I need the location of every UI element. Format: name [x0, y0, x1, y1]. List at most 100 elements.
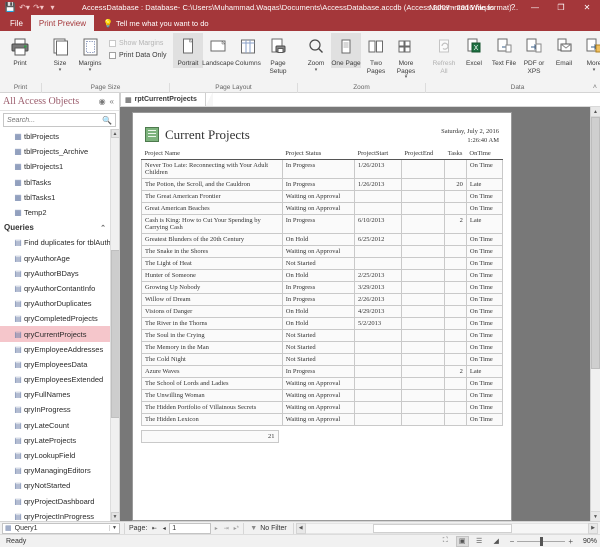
- size-caret-icon[interactable]: ▾: [59, 68, 62, 72]
- show-margins-checkbox[interactable]: Show Margins: [109, 40, 166, 47]
- design-view-icon[interactable]: ◢: [490, 536, 503, 547]
- nav-item-qryFullNames[interactable]: ▤qryFullNames: [0, 387, 110, 402]
- collapse-ribbon-icon[interactable]: ˄: [593, 84, 597, 91]
- more-export-button[interactable]: More ▾: [579, 33, 600, 72]
- undo-icon[interactable]: ↶▾: [19, 2, 30, 13]
- scroll-up-icon[interactable]: ▲: [111, 129, 120, 138]
- margins-button[interactable]: Margins ▾: [75, 33, 105, 72]
- preview-vertical-scrollbar[interactable]: ▲ ▼: [590, 107, 600, 521]
- chevron-down-icon[interactable]: ▼: [109, 525, 117, 531]
- nav-item-Temp2[interactable]: ▦Temp2: [0, 205, 110, 220]
- help-icon[interactable]: ?: [504, 0, 522, 15]
- refresh-all-button[interactable]: Refresh All: [429, 33, 459, 75]
- nav-item-Find duplicates for tblAuthors[interactable]: ▤Find duplicates for tblAuthors: [0, 235, 110, 250]
- layout-view-icon[interactable]: ☰: [473, 536, 486, 547]
- print-data-only-checkbox[interactable]: Print Data Only: [109, 52, 166, 59]
- scroll-down-icon[interactable]: ▼: [111, 512, 120, 521]
- print-preview-canvas[interactable]: Current Projects Saturday, July 2, 2016 …: [120, 107, 590, 521]
- nav-item-qryEmployeesData[interactable]: ▤qryEmployeesData: [0, 357, 110, 372]
- nav-item-qryInProgress[interactable]: ▤qryInProgress: [0, 402, 110, 417]
- horizontal-scroll-thumb[interactable]: [373, 524, 511, 533]
- zoom-thumb[interactable]: [540, 537, 543, 546]
- nav-item-qryLateCount[interactable]: ▤qryLateCount: [0, 418, 110, 433]
- navigation-scrollbar[interactable]: ▲ ▼: [110, 129, 119, 521]
- restore-button[interactable]: ❐: [548, 0, 574, 15]
- nav-item-qryCompletedProjects[interactable]: ▤qryCompletedProjects: [0, 311, 110, 326]
- print-button[interactable]: Print: [3, 33, 37, 68]
- preview-scroll-track[interactable]: [591, 117, 600, 511]
- search-input[interactable]: [7, 117, 102, 124]
- size-button[interactable]: Size ▾: [45, 33, 75, 72]
- excel-export-button[interactable]: X Excel: [459, 33, 489, 68]
- print-preview-icon[interactable]: ▣: [456, 536, 469, 547]
- nav-item-qryManagingEditors[interactable]: ▤qryManagingEditors: [0, 463, 110, 478]
- zoom-track[interactable]: [517, 541, 565, 542]
- zoom-button[interactable]: Zoom ▾: [301, 33, 331, 72]
- report-view-icon[interactable]: ⛶: [439, 536, 452, 547]
- page-number-input[interactable]: 1: [169, 523, 211, 534]
- new-page-button[interactable]: ▸*: [231, 525, 241, 532]
- preview-scroll-up-icon[interactable]: ▲: [591, 107, 600, 117]
- landscape-button[interactable]: Landscape: [203, 33, 233, 68]
- nav-item-qryAuthorDuplicates[interactable]: ▤qryAuthorDuplicates: [0, 296, 110, 311]
- tell-me-box[interactable]: 💡 Tell me what you want to do: [94, 15, 209, 31]
- close-button[interactable]: ✕: [574, 0, 600, 15]
- search-icon[interactable]: 🔍: [102, 116, 112, 125]
- document-tab-rptcurrentprojects[interactable]: ▦ rptCurrentProjects: [120, 92, 206, 106]
- filter-toggle[interactable]: ▼ No Filter: [246, 525, 290, 532]
- nav-item-qryProjectInProgress[interactable]: ▤qryProjectInProgress: [0, 509, 110, 521]
- object-selector[interactable]: ▦ Query1 ▼: [2, 523, 120, 534]
- redo-icon[interactable]: ↷▾: [33, 2, 44, 13]
- scroll-left-icon[interactable]: ◀: [296, 523, 306, 534]
- nav-item-tblTasks1[interactable]: ▦tblTasks1: [0, 190, 110, 205]
- zoom-out-icon[interactable]: −: [510, 537, 515, 546]
- scroll-track[interactable]: [111, 138, 120, 512]
- account-name[interactable]: Muhammad Waqas: [429, 3, 504, 12]
- nav-item-tblProjects_Archive[interactable]: ▦tblProjects_Archive: [0, 144, 110, 159]
- nav-item-qryAuthorContantInfo[interactable]: ▤qryAuthorContantInfo: [0, 281, 110, 296]
- portrait-button[interactable]: Portrait: [173, 33, 203, 68]
- two-pages-button[interactable]: Two Pages: [361, 33, 391, 75]
- previous-page-button[interactable]: ◂: [159, 525, 169, 532]
- customize-quick-access-icon[interactable]: ▾: [47, 2, 58, 13]
- more-pages-button[interactable]: More Pages ▾: [391, 33, 421, 79]
- nav-group-queries[interactable]: Queries⌃: [0, 220, 110, 235]
- first-page-button[interactable]: ⇤: [149, 525, 159, 532]
- collapse-pane-icon[interactable]: «: [108, 97, 116, 106]
- scroll-thumb[interactable]: [111, 250, 120, 418]
- nav-item-tblProjects1[interactable]: ▦tblProjects1: [0, 159, 110, 174]
- email-button[interactable]: Email: [549, 33, 579, 68]
- tab-file[interactable]: File: [2, 15, 31, 31]
- columns-button[interactable]: Columns: [233, 33, 263, 68]
- last-page-button[interactable]: ⇥: [221, 525, 231, 532]
- search-box[interactable]: 🔍: [3, 113, 116, 127]
- nav-item-qryNotStarted[interactable]: ▤qryNotStarted: [0, 478, 110, 493]
- zoom-slider[interactable]: − +: [507, 537, 573, 546]
- more-export-caret-icon[interactable]: ▾: [593, 68, 596, 72]
- margins-caret-icon[interactable]: ▾: [89, 68, 92, 72]
- minimize-button[interactable]: —: [522, 0, 548, 15]
- zoom-caret-icon[interactable]: ▾: [315, 68, 318, 72]
- nav-item-tblProjects[interactable]: ▦tblProjects: [0, 129, 110, 144]
- preview-scroll-thumb[interactable]: [591, 117, 600, 369]
- nav-item-qryAuthorBDays[interactable]: ▤qryAuthorBDays: [0, 266, 110, 281]
- nav-item-qryCurrentProjects[interactable]: ▤qryCurrentProjects: [0, 326, 110, 341]
- preview-scroll-down-icon[interactable]: ▼: [591, 511, 600, 521]
- nav-item-tblTasks[interactable]: ▦tblTasks: [0, 175, 110, 190]
- more-pages-caret-icon[interactable]: ▾: [405, 75, 408, 79]
- nav-item-qryAuthorAge[interactable]: ▤qryAuthorAge: [0, 251, 110, 266]
- tab-print-preview[interactable]: Print Preview: [31, 15, 94, 31]
- nav-item-qryLookupField[interactable]: ▤qryLookupField: [0, 448, 110, 463]
- horizontal-scroll-track[interactable]: [306, 523, 588, 534]
- chevron-up-icon[interactable]: ⌃: [100, 224, 106, 232]
- pdf-xps-export-button[interactable]: PDF or XPS: [519, 33, 549, 75]
- next-page-button[interactable]: ▸: [211, 525, 221, 532]
- zoom-in-icon[interactable]: +: [568, 537, 573, 546]
- scroll-right-icon[interactable]: ▶: [588, 523, 598, 534]
- save-icon[interactable]: 💾: [5, 2, 16, 13]
- nav-item-qryProjectDashboard[interactable]: ▤qryProjectDashboard: [0, 494, 110, 509]
- horizontal-scrollbar[interactable]: ◀ ▶: [296, 523, 598, 534]
- nav-item-qryEmployeeAddresses[interactable]: ▤qryEmployeeAddresses: [0, 342, 110, 357]
- one-page-button[interactable]: One Page: [331, 33, 361, 68]
- nav-item-qryEmployeesExtended[interactable]: ▤qryEmployeesExtended: [0, 372, 110, 387]
